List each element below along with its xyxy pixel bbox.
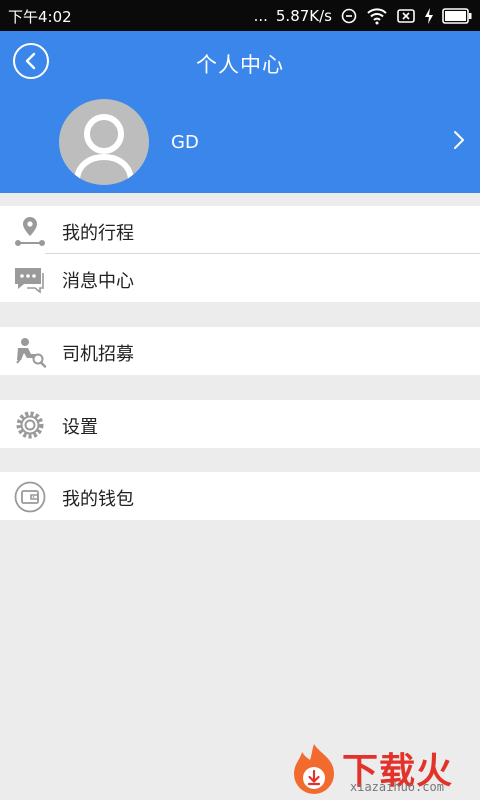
watermark: 下载火 xiazaihuo.com [284,740,480,800]
message-icon [15,268,44,294]
profile-header: 个人中心 GD [0,31,480,193]
menu-label-my-trips: 我的行程 [62,223,134,244]
menu-item-message-center[interactable]: 消息中心 [0,254,480,302]
menu-item-settings[interactable]: 设置 [0,400,480,448]
no-sim-icon [397,9,415,23]
wifi-icon [367,8,387,25]
menu-label-settings: 设置 [62,417,98,438]
watermark-domain: xiazaihuo.com [350,780,444,794]
wallet-icon [14,481,46,513]
menu-group-wallet: 我的钱包 [0,472,480,520]
menu-group-settings: 设置 [0,400,480,448]
battery-icon [442,8,472,24]
driver-search-icon [16,338,47,368]
status-icons: ... 5.87K/s [254,4,472,28]
page-title: 个人中心 [196,53,284,77]
status-bar: 下午4:02 ... 5.87K/s [0,0,480,31]
network-speed: 5.87K/s [275,7,332,25]
menu-item-my-wallet[interactable]: 我的钱包 [0,472,480,520]
sync-icon [341,8,357,24]
status-time: 下午4:02 [8,8,72,26]
avatar [59,99,149,185]
menu-label-message-center: 消息中心 [62,271,134,292]
menu-label-my-wallet: 我的钱包 [62,489,134,510]
user-icon [74,114,134,182]
user-name: GD [171,132,199,153]
chevron-right-icon [454,131,464,149]
gear-icon [16,411,44,439]
flame-logo-icon [294,744,334,794]
menu-label-driver-recruit: 司机招募 [62,344,134,365]
location-route-icon [15,217,45,246]
profile-row[interactable]: GD [0,99,480,187]
menu-item-my-trips[interactable]: 我的行程 [0,206,480,254]
charging-icon [425,8,433,24]
menu-group-recruit: 司机招募 [0,327,480,375]
status-dots: ... [253,7,268,25]
menu-group-trips: 我的行程 消息中心 [0,206,480,302]
menu-item-driver-recruit[interactable]: 司机招募 [0,327,480,375]
